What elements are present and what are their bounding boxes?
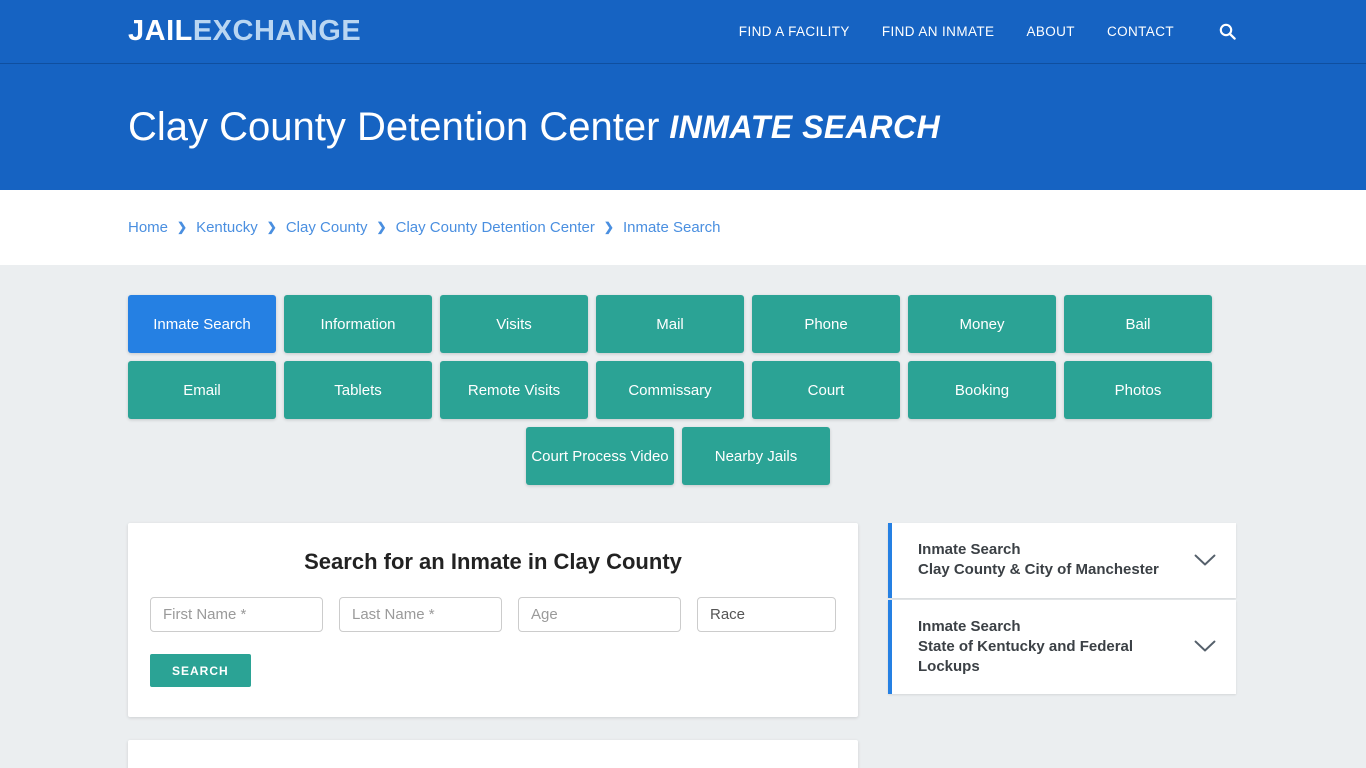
page-title: Clay County Detention Center INMATE SEARC…: [128, 105, 940, 149]
last-name-input[interactable]: [339, 597, 502, 632]
secondary-results-panel: [128, 740, 858, 768]
sidebar-item-title: Inmate Search: [918, 541, 1021, 558]
breadcrumb-item-home[interactable]: Home: [128, 219, 168, 236]
breadcrumb-item-clay-county[interactable]: Clay County: [286, 219, 368, 236]
nav-item-find-a-facility[interactable]: FIND A FACILITY: [739, 24, 850, 39]
breadcrumb-item-kentucky[interactable]: Kentucky: [196, 219, 258, 236]
search-button[interactable]: SEARCH: [150, 654, 251, 687]
breadcrumb-separator-icon: ❯: [177, 219, 188, 234]
first-name-input[interactable]: [150, 597, 323, 632]
breadcrumb-separator-icon: ❯: [603, 219, 614, 234]
logo-text-primary: JAIL: [128, 15, 193, 47]
tab-court-process-video[interactable]: Court Process Video: [526, 427, 674, 485]
tab-court[interactable]: Court: [752, 361, 900, 419]
sidebar: Inmate Search Clay County & City of Manc…: [888, 523, 1236, 696]
search-icon-glyph: [1219, 23, 1236, 40]
logo-text-secondary: EXCHANGE: [192, 15, 362, 47]
tab-tablets[interactable]: Tablets: [284, 361, 432, 419]
facility-tab-grid: Inmate Search Information Visits Mail Ph…: [128, 295, 1228, 485]
breadcrumb-item-inmate-search: Inmate Search: [622, 219, 721, 236]
nav-item-contact[interactable]: CONTACT: [1107, 24, 1174, 39]
breadcrumb-item-clay-county-detention-center[interactable]: Clay County Detention Center: [396, 219, 595, 236]
sidebar-item-subtitle: State of Kentucky and Federal Lockups: [918, 637, 1134, 675]
sidebar-item-subtitle: Clay County & City of Manchester: [918, 561, 1159, 579]
sidebar-item-label: Inmate Search Clay County & City of Manc…: [918, 540, 1180, 581]
breadcrumb-separator-icon: ❯: [376, 219, 387, 234]
inmate-search-form: Race: [150, 597, 836, 632]
breadcrumb: Home ❯ Kentucky ❯ Clay County ❯ Clay Cou…: [128, 219, 721, 236]
hero-banner: Clay County Detention Center INMATE SEARC…: [0, 64, 1366, 190]
sidebar-item-inmate-search-state[interactable]: Inmate Search State of Kentucky and Fede…: [888, 599, 1236, 695]
breadcrumb-bar: Home ❯ Kentucky ❯ Clay County ❯ Clay Cou…: [0, 190, 1366, 265]
breadcrumb-separator-icon: ❯: [266, 219, 277, 234]
tab-visits[interactable]: Visits: [440, 295, 588, 353]
tab-row-2: Email Tablets Remote Visits Commissary C…: [128, 361, 1228, 419]
main-navigation: FIND A FACILITY FIND AN INMATE ABOUT CON…: [739, 21, 1238, 43]
nav-item-find-an-inmate[interactable]: FIND AN INMATE: [882, 24, 995, 39]
sidebar-item-label: Inmate Search State of Kentucky and Fede…: [918, 617, 1180, 678]
tab-information[interactable]: Information: [284, 295, 432, 353]
page-title-facility: Clay County Detention Center: [128, 105, 660, 149]
tab-remote-visits[interactable]: Remote Visits: [440, 361, 588, 419]
tab-booking[interactable]: Booking: [908, 361, 1056, 419]
tab-nearby-jails[interactable]: Nearby Jails: [682, 427, 830, 485]
chevron-down-icon: [1194, 640, 1216, 652]
site-logo[interactable]: JAILEXCHANGE: [128, 17, 361, 46]
primary-column: Search for an Inmate in Clay County Race…: [128, 523, 858, 768]
content-columns: Search for an Inmate in Clay County Race…: [128, 523, 1238, 768]
nav-item-about[interactable]: ABOUT: [1026, 24, 1075, 39]
page-title-section: INMATE SEARCH: [669, 109, 941, 145]
search-icon[interactable]: [1216, 21, 1238, 43]
main-content: Inmate Search Information Visits Mail Ph…: [0, 265, 1366, 768]
tab-photos[interactable]: Photos: [1064, 361, 1212, 419]
tab-bail[interactable]: Bail: [1064, 295, 1212, 353]
site-header: JAILEXCHANGE FIND A FACILITY FIND AN INM…: [0, 0, 1366, 64]
race-select[interactable]: Race: [697, 597, 836, 632]
tab-commissary[interactable]: Commissary: [596, 361, 744, 419]
sidebar-item-inmate-search-county[interactable]: Inmate Search Clay County & City of Manc…: [888, 523, 1236, 598]
tab-phone[interactable]: Phone: [752, 295, 900, 353]
sidebar-item-title: Inmate Search: [918, 617, 1021, 635]
tab-mail[interactable]: Mail: [596, 295, 744, 353]
chevron-down-icon: [1194, 554, 1216, 566]
inmate-search-panel: Search for an Inmate in Clay County Race…: [128, 523, 858, 717]
tab-money[interactable]: Money: [908, 295, 1056, 353]
tab-inmate-search[interactable]: Inmate Search: [128, 295, 276, 353]
tab-email[interactable]: Email: [128, 361, 276, 419]
tab-row-3: Court Process Video Nearby Jails: [128, 427, 1228, 485]
tab-row-1: Inmate Search Information Visits Mail Ph…: [128, 295, 1228, 353]
search-form-heading: Search for an Inmate in Clay County: [304, 549, 682, 574]
age-input[interactable]: [518, 597, 681, 632]
